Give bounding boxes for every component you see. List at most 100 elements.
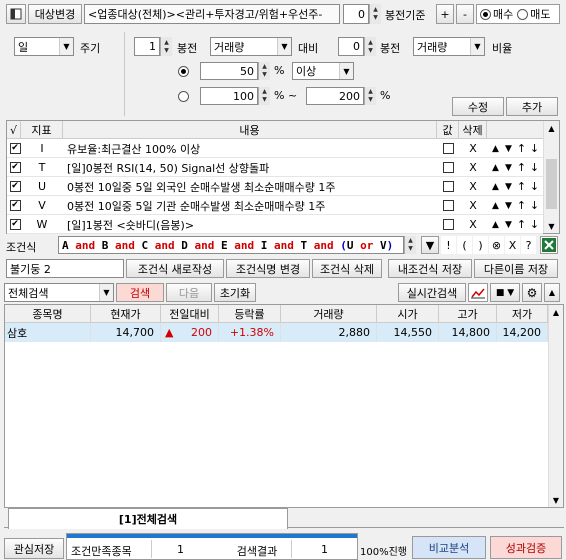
settings-button[interactable]: ⚙	[522, 283, 542, 302]
value1-input[interactable]: 50	[200, 62, 258, 80]
result-col-header[interactable]: 종목명	[5, 305, 91, 323]
row-value-checkbox[interactable]	[437, 196, 459, 215]
sell-radio[interactable]	[517, 8, 529, 20]
result-col-header[interactable]: 전일대비	[161, 305, 219, 323]
value3-input[interactable]: 200	[306, 87, 364, 105]
row-delete[interactable]: X	[459, 196, 487, 215]
formula-spinner[interactable]: ▲ ▼	[404, 236, 416, 254]
performance-verify-button[interactable]: 성과검증	[490, 536, 562, 559]
formula-op-button[interactable]: ⊗	[489, 236, 504, 254]
list-option-button[interactable]: ■ ▼	[490, 283, 520, 302]
collapse-button[interactable]: ▲	[544, 283, 560, 302]
result-row[interactable]: 삼호 14,700 ▲ 200 +1.38% 2,880 14,550 14,800 14,20…	[5, 323, 548, 342]
bong-n1-spinner[interactable]: ▲ ▼	[160, 37, 172, 56]
result-col-header[interactable]: 등락률	[219, 305, 281, 323]
metric2-select[interactable]: 거래량 ▼	[413, 37, 485, 56]
scroll-thumb[interactable]	[546, 159, 557, 209]
row-delete[interactable]: X	[459, 139, 487, 158]
result-col-header[interactable]: 저가	[497, 305, 548, 323]
realtime-search-button[interactable]: 실시간검색	[398, 283, 466, 302]
next-button[interactable]: 다음	[166, 283, 212, 302]
move-up-icon[interactable]: ↑	[515, 215, 528, 234]
chart-button[interactable]	[468, 283, 488, 302]
move-bottom-icon[interactable]: ▼	[502, 158, 515, 177]
scroll-down-icon[interactable]: ▼	[549, 493, 563, 507]
condition-row[interactable]: ✔ W [일]1봉전 <숏바디(음봉)> X ▲ ▼ ↑ ↓	[7, 215, 543, 234]
formula-op-button[interactable]: )	[473, 236, 488, 254]
move-up-icon[interactable]: ↑	[515, 139, 528, 158]
result-col-header[interactable]: 시가	[377, 305, 439, 323]
move-bottom-icon[interactable]: ▼	[502, 177, 515, 196]
move-top-icon[interactable]: ▲	[489, 158, 502, 177]
move-up-icon[interactable]: ↑	[515, 158, 528, 177]
plus-button[interactable]: +	[436, 4, 454, 24]
result-scrollbar[interactable]: ▲ ▼	[548, 305, 563, 507]
row-value-checkbox[interactable]	[437, 177, 459, 196]
value2-spinner[interactable]: ▲ ▼	[258, 87, 270, 105]
window-icon-button[interactable]	[6, 4, 26, 24]
scroll-down-icon[interactable]: ▼	[544, 219, 559, 233]
value3-spinner[interactable]: ▲ ▼	[364, 87, 376, 105]
target-filter-field[interactable]: <업종대상(전체)><관리+투자경고/위험+우선주-	[84, 4, 340, 24]
period-select[interactable]: 일 ▼	[14, 37, 74, 56]
row-delete[interactable]: X	[459, 215, 487, 234]
row-checkbox[interactable]: ✔	[8, 158, 22, 177]
new-condition-button[interactable]: 조건식 새로작성	[126, 259, 224, 278]
move-bottom-icon[interactable]: ▼	[502, 215, 515, 234]
move-top-icon[interactable]: ▲	[489, 196, 502, 215]
search-mode-select[interactable]: 전체검색 ▼	[4, 283, 114, 302]
add-button[interactable]: 추가	[506, 97, 558, 116]
rename-condition-button[interactable]: 조건식명 변경	[226, 259, 310, 278]
my-condition-save-button[interactable]: 내조건식 저장	[388, 259, 472, 278]
reset-button[interactable]: 초기화	[214, 283, 256, 302]
row-value-checkbox[interactable]	[437, 139, 459, 158]
condition-row[interactable]: ✔ U 0봉전 10일중 5일 외국인 순매수발생 최소순매매수량 1주 X ▲ ▼ ↑ ↓	[7, 177, 543, 196]
condition-row[interactable]: ✔ I 유보율:최근결산 100% 이상 X ▲ ▼ ↑ ↓	[7, 139, 543, 158]
row-checkbox[interactable]: ✔	[8, 177, 22, 196]
formula-op-button[interactable]: X	[505, 236, 520, 254]
result-col-header[interactable]: 거래량	[281, 305, 377, 323]
result-col-header[interactable]: 고가	[439, 305, 497, 323]
operator-select[interactable]: 이상 ▼	[292, 62, 354, 80]
condition-name-input[interactable]: 불기둥 2	[6, 259, 124, 278]
move-down-icon[interactable]: ↓	[528, 177, 541, 196]
save-as-button[interactable]: 다른이름 저장	[474, 259, 558, 278]
formula-op-button[interactable]: (	[457, 236, 472, 254]
minus-button[interactable]: -	[456, 4, 474, 24]
target-change-button[interactable]: 대상변경	[28, 4, 82, 24]
row-checkbox[interactable]: ✔	[8, 215, 22, 234]
condition-scrollbar[interactable]: ▲ ▼	[543, 121, 559, 233]
delete-condition-button[interactable]: 조건식 삭제	[312, 259, 382, 278]
value2-input[interactable]: 100	[200, 87, 258, 105]
range-option-2-radio[interactable]	[178, 91, 189, 102]
bong-base-spinner[interactable]: ▲ ▼	[369, 4, 381, 24]
move-down-icon[interactable]: ↓	[528, 139, 541, 158]
row-delete[interactable]: X	[459, 177, 487, 196]
result-col-header[interactable]: 현재가	[91, 305, 161, 323]
move-down-icon[interactable]: ↓	[528, 158, 541, 177]
tab-all-search[interactable]: [1]전체검색	[8, 508, 288, 529]
modify-button[interactable]: 수정	[452, 97, 504, 116]
bong-base-input[interactable]: 0	[343, 4, 369, 24]
watch-save-button[interactable]: 관심저장	[4, 538, 64, 559]
formula-op-button[interactable]: !	[441, 236, 456, 254]
condition-row[interactable]: ✔ V 0봉전 10일중 5일 기관 순매수발생 최소순매매수량 1주 X ▲ ▼ ↑ ↓	[7, 196, 543, 215]
excel-button[interactable]	[540, 236, 558, 254]
row-checkbox[interactable]: ✔	[8, 139, 22, 158]
move-down-icon[interactable]: ↓	[528, 196, 541, 215]
value1-spinner[interactable]: ▲ ▼	[258, 62, 270, 80]
compare-analysis-button[interactable]: 비교분석	[412, 536, 486, 559]
row-value-checkbox[interactable]	[437, 215, 459, 234]
row-delete[interactable]: X	[459, 158, 487, 177]
move-up-icon[interactable]: ↑	[515, 196, 528, 215]
buy-radio[interactable]	[480, 8, 491, 20]
bong-n2-spinner[interactable]: ▲ ▼	[364, 37, 376, 56]
move-down-icon[interactable]: ↓	[528, 215, 541, 234]
formula-down-button[interactable]: ▼	[421, 236, 439, 254]
condition-row[interactable]: ✔ T [일]0봉전 RSI(14, 50) Signal선 상향돌파 X ▲ ▼ ↑ ↓	[7, 158, 543, 177]
row-checkbox[interactable]: ✔	[8, 196, 22, 215]
scroll-up-icon[interactable]: ▲	[549, 305, 563, 319]
formula-field[interactable]: A and B and C and D and E and I and T an…	[58, 236, 404, 254]
search-button[interactable]: 검색	[116, 283, 164, 302]
formula-op-button[interactable]: ?	[521, 236, 536, 254]
